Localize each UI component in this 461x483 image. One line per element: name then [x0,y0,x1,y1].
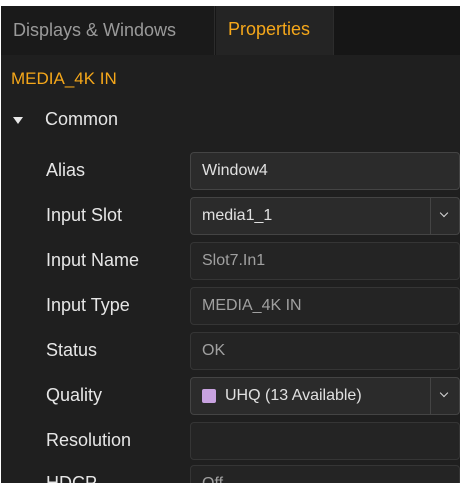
input-type-label: Input Type [46,295,130,315]
tab-displays-windows[interactable]: Displays & Windows [1,6,215,55]
properties-panel: Displays & Windows Properties MEDIA_4K I… [1,6,460,483]
alias-field[interactable]: Window4 [190,152,460,190]
input-slot-label: Input Slot [46,205,123,225]
resolution-field [190,422,460,460]
input-type-field: MEDIA_4K IN [190,287,460,325]
alias-label: Alias [46,160,86,180]
quality-value: UHQ (13 Available) [225,387,362,404]
quality-label: Quality [46,385,103,405]
input-slot-dropdown[interactable]: media1_1 [190,197,460,235]
chevron-down-icon [439,388,449,398]
status-label: Status [46,340,98,360]
input-slot-dropdown-button[interactable] [430,198,459,234]
color-swatch-icon [202,389,216,403]
input-name-label: Input Name [46,250,140,270]
chevron-down-icon [439,208,449,218]
section-label: Common [45,109,119,129]
caret-down-icon[interactable] [13,117,23,124]
hdcp-label: HDCP [46,473,98,483]
resolution-label: Resolution [46,430,132,450]
tab-bar: Displays & Windows Properties [1,6,460,55]
quality-dropdown-button[interactable] [430,378,459,414]
hdcp-field: Off [190,465,460,483]
status-field: OK [190,332,460,370]
object-title: MEDIA_4K IN [11,69,117,88]
quality-dropdown[interactable]: UHQ (13 Available) [190,377,460,415]
tab-properties[interactable]: Properties [216,6,334,55]
input-name-field: Slot7.In1 [190,242,460,280]
input-slot-value: media1_1 [202,207,273,224]
